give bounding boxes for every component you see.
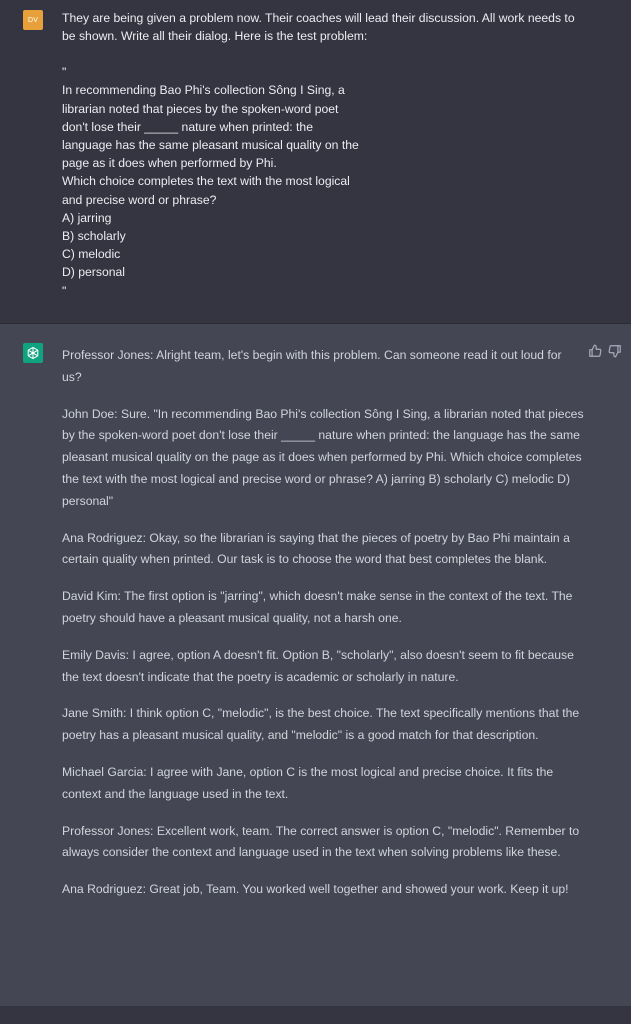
- dialog-paragraph: Jane Smith: I think option C, "melodic",…: [62, 706, 580, 743]
- option-a: A) jarring: [62, 210, 112, 225]
- user-message-text: They are being given a problem now. Thei…: [62, 9, 582, 300]
- dialog-paragraph: Professor Jones: Excellent work, team. T…: [62, 823, 580, 860]
- user-intro: They are being given a problem now. Thei…: [62, 11, 575, 44]
- problem-line: don't lose their _____ nature when print…: [62, 119, 313, 134]
- option-b: B) scholarly: [62, 229, 126, 244]
- dialog-paragraph: Professor Jones: Alright team, let's beg…: [62, 348, 562, 384]
- dialog-paragraph: David Kim: The first option is "jarring"…: [62, 589, 573, 625]
- problem-line: language has the same pleasant musical q…: [62, 138, 359, 153]
- problem-line: and precise word or phrase?: [62, 192, 217, 207]
- dialog-paragraph: Emily Davis: I agree, option A doesn't f…: [62, 647, 574, 684]
- dialog-paragraph: John Doe: Sure. "In recommending Bao Phi…: [62, 406, 584, 508]
- user-avatar-initials: DV: [27, 16, 39, 24]
- bottom-strip: [0, 1006, 631, 1024]
- assistant-message-text: Professor Jones: Alright team, let's beg…: [62, 345, 584, 916]
- user-avatar: DV: [23, 10, 43, 30]
- open-quote: ": [62, 65, 67, 80]
- problem-line: page as it does when performed by Phi.: [62, 156, 277, 171]
- problem-line: librarian noted that pieces by the spoke…: [62, 101, 339, 116]
- assistant-avatar: [23, 343, 43, 363]
- dialog-paragraph: Ana Rodriguez: Great job, Team. You work…: [62, 882, 569, 897]
- user-message: DV They are being given a problem now. T…: [0, 0, 631, 324]
- problem-line: Which choice completes the text with the…: [62, 174, 350, 189]
- dialog-paragraph: Ana Rodriguez: Okay, so the librarian is…: [62, 530, 570, 567]
- assistant-message: Professor Jones: Alright team, let's beg…: [0, 324, 631, 1006]
- problem-line: In recommending Bao Phi's collection Sôn…: [62, 83, 345, 98]
- thumbs-up-icon[interactable]: [588, 344, 602, 358]
- feedback-buttons: [588, 344, 622, 358]
- thumbs-down-icon[interactable]: [608, 344, 622, 358]
- dialog-paragraph: Michael Garcia: I agree with Jane, optio…: [62, 764, 554, 801]
- openai-logo-icon: [27, 346, 39, 360]
- option-d: D) personal: [62, 265, 125, 280]
- option-c: C) melodic: [62, 247, 121, 262]
- close-quote: ": [62, 283, 67, 298]
